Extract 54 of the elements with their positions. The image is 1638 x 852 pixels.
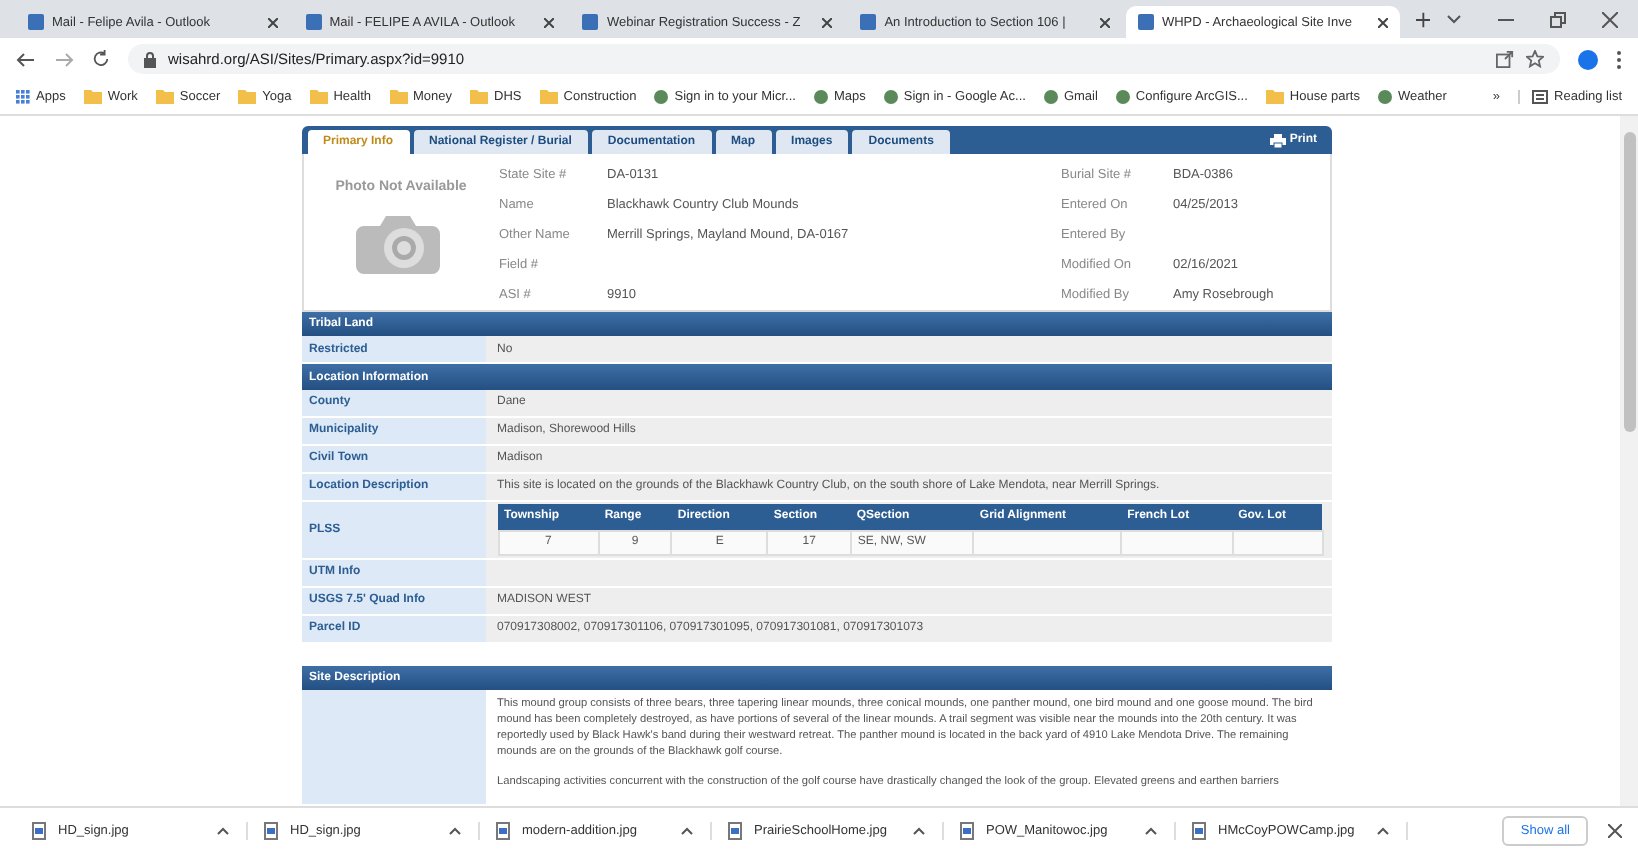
site-icon	[813, 90, 828, 104]
caret-up-icon[interactable]	[1144, 825, 1158, 835]
close-icon[interactable]	[1377, 17, 1388, 27]
folder-icon	[389, 90, 408, 104]
close-icon[interactable]	[1099, 17, 1110, 27]
image-file-icon	[264, 821, 278, 839]
profile-avatar[interactable]	[1578, 49, 1598, 69]
caret-up-icon[interactable]	[216, 825, 230, 835]
close-icon[interactable]	[1602, 11, 1619, 27]
folder-icon	[155, 90, 174, 104]
close-icon[interactable]	[267, 17, 278, 27]
scroll-thumb[interactable]	[1623, 132, 1635, 432]
back-arrow-icon[interactable]	[16, 51, 36, 67]
site-icon	[582, 14, 599, 30]
folder-icon	[309, 90, 328, 104]
image-file-icon	[960, 821, 974, 839]
folder-icon	[470, 90, 489, 104]
close-icon[interactable]	[544, 17, 555, 27]
site-icon	[305, 14, 322, 30]
caret-up-icon[interactable]	[1376, 825, 1390, 835]
new-tab-plus-icon[interactable]	[1415, 11, 1431, 27]
printer-icon	[1269, 133, 1286, 148]
folder-icon	[1265, 90, 1284, 104]
scrollbar[interactable]	[1620, 116, 1638, 806]
close-icon[interactable]	[1608, 823, 1622, 837]
menu-icon[interactable]	[1616, 49, 1622, 69]
site-icon	[883, 90, 898, 104]
caret-up-icon[interactable]	[912, 825, 926, 835]
minimize-icon[interactable]	[1498, 13, 1515, 25]
site-icon	[1043, 90, 1058, 104]
site-icon	[1137, 14, 1154, 30]
image-file-icon	[496, 821, 510, 839]
image-file-icon	[728, 821, 742, 839]
folder-icon	[83, 90, 102, 104]
image-file-icon	[32, 821, 46, 839]
reload-icon[interactable]	[92, 50, 110, 68]
apps-grid-icon	[16, 90, 30, 104]
caret-up-icon[interactable]	[448, 825, 462, 835]
caret-up-icon[interactable]	[680, 825, 694, 835]
site-icon	[28, 14, 44, 30]
restore-icon[interactable]	[1550, 11, 1567, 27]
star-icon[interactable]	[1526, 50, 1544, 68]
site-icon	[1377, 90, 1392, 104]
site-icon	[1115, 90, 1130, 104]
share-icon[interactable]	[1496, 50, 1514, 68]
site-icon	[654, 90, 669, 104]
close-icon[interactable]	[822, 17, 833, 27]
folder-icon	[238, 90, 257, 104]
chevron-icon[interactable]	[1446, 13, 1463, 25]
lock-icon	[144, 51, 156, 67]
site-icon	[860, 14, 877, 30]
image-file-icon	[1192, 821, 1206, 839]
folder-icon	[539, 90, 558, 104]
list-icon	[1532, 90, 1549, 104]
